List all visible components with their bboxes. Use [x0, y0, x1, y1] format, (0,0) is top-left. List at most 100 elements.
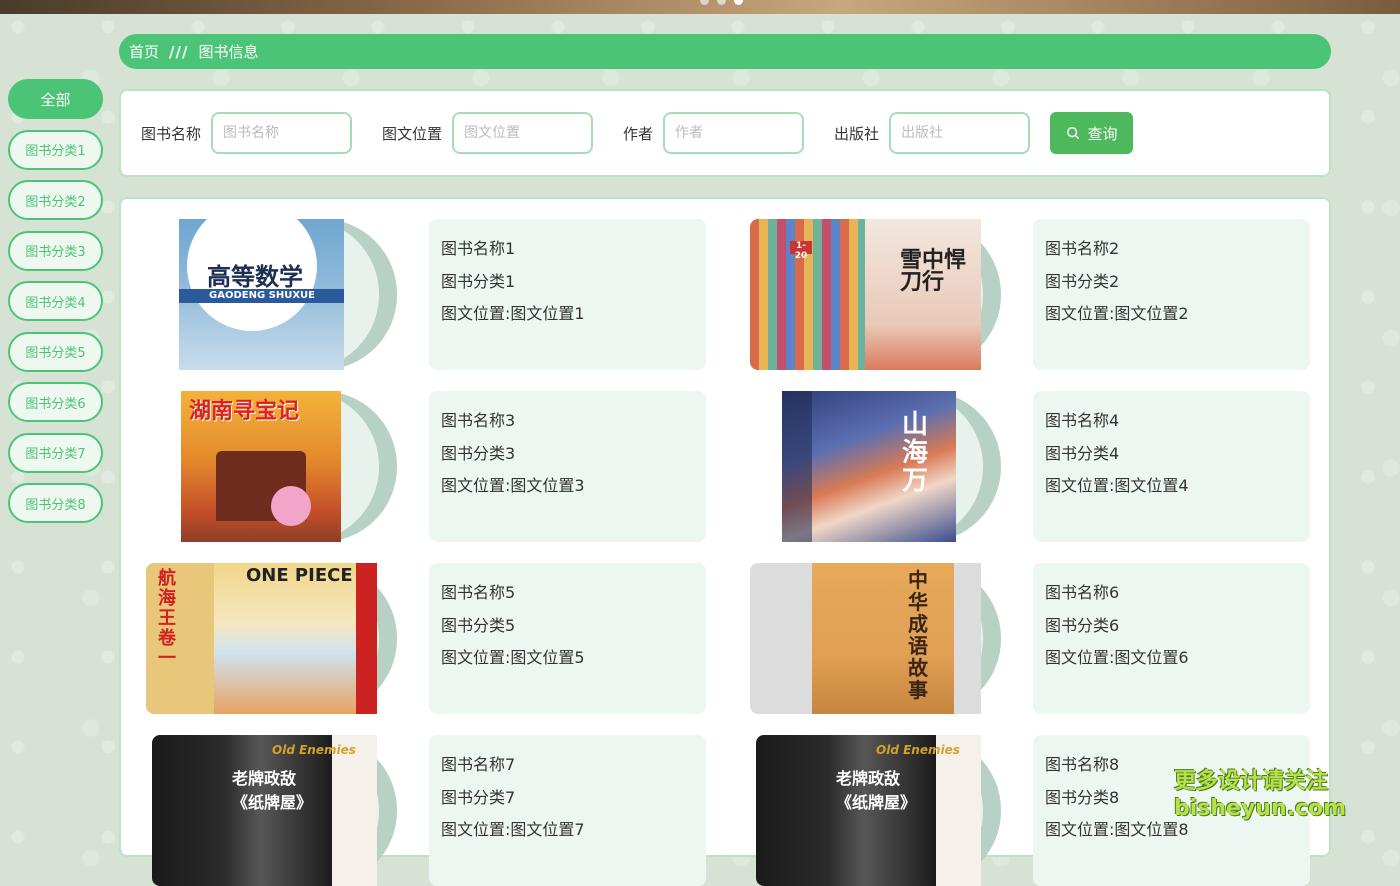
book-card[interactable]: Old Enemies 老牌政敌 《纸牌屋》 图书名称7 图书分类7 图文位置:… — [121, 735, 706, 886]
watermark: 更多设计请关注 bisheyun.com — [1174, 768, 1346, 822]
book-cover-frame: 高等数学 GAODENG SHUXUE — [146, 219, 397, 370]
book-info: 图书名称3 图书分类3 图文位置:图文位置3 — [429, 391, 706, 542]
search-button[interactable]: 查询 — [1050, 112, 1134, 154]
book-location: 图文位置:图文位置5 — [441, 648, 585, 667]
book-name: 图书名称4 — [1045, 411, 1120, 430]
book-card[interactable]: 中华成语故事 图书名称6 图书分类6 图文位置:图文位置6 — [725, 563, 1310, 714]
book-card[interactable]: 航海王 卷一 ONE PIECE 图书名称5 图书分类5 图文位置:图文位置5 — [121, 563, 706, 714]
author-label: 作者 — [623, 124, 654, 143]
book-cover-image[interactable]: Old Enemies 老牌政敌 《纸牌屋》 — [756, 735, 981, 886]
carousel-dots — [700, 0, 743, 5]
author-field: 作者 — [623, 112, 805, 154]
book-category: 图书分类6 — [1045, 615, 1120, 635]
book-location: 图文位置:图文位置7 — [441, 820, 585, 839]
book-card[interactable]: 山海万 图书名称4 图书分类4 图文位置:图文位置4 — [725, 391, 1310, 542]
book-info: 图书名称7 图书分类7 图文位置:图文位置7 — [429, 735, 706, 886]
category-button[interactable]: 图书分类2 — [8, 180, 103, 220]
book-category: 图书分类5 — [441, 615, 516, 635]
book-name: 图书名称5 — [441, 583, 516, 602]
cover-subtitle: GAODENG SHUXUE — [209, 290, 315, 301]
book-cover-image[interactable]: Old Enemies 老牌政敌 《纸牌屋》 — [152, 735, 377, 886]
book-cover-frame: 山海万 — [750, 391, 1001, 542]
book-name-input[interactable] — [211, 112, 353, 154]
book-category: 图书分类3 — [441, 443, 516, 463]
breadcrumb-separator: /// — [169, 42, 189, 61]
breadcrumb-current: 图书信息 — [198, 43, 259, 61]
top-banner — [0, 0, 1400, 14]
cover-title: 雪中悍刀行 — [900, 247, 967, 295]
carousel-dot[interactable] — [717, 0, 726, 5]
category-button[interactable]: 图书分类7 — [8, 432, 103, 473]
breadcrumb-home[interactable]: 首页 — [129, 41, 159, 62]
book-cover-frame: 航海王 卷一 ONE PIECE — [146, 563, 397, 714]
book-info: 图书名称4 图书分类4 图文位置:图文位置4 — [1033, 391, 1310, 542]
book-cover-image[interactable]: 1-20 雪中悍刀行 — [750, 219, 981, 370]
book-category: 图书分类7 — [441, 787, 516, 807]
book-location: 图文位置:图文位置4 — [1045, 476, 1189, 495]
book-location: 图文位置:图文位置3 — [441, 476, 585, 495]
book-card[interactable]: 高等数学 GAODENG SHUXUE 图书名称1 图书分类1 图文位置:图文位… — [121, 219, 706, 370]
book-category: 图书分类2 — [1045, 271, 1120, 291]
publisher-label: 出版社 — [834, 124, 880, 143]
book-name: 图书名称7 — [441, 755, 516, 774]
book-cover-frame: 中华成语故事 — [750, 563, 1001, 714]
book-cover-image[interactable]: 湖南寻宝记 — [181, 391, 341, 542]
cover-title: 老牌政敌 《纸牌屋》 — [836, 769, 917, 812]
search-button-label: 查询 — [1087, 124, 1118, 143]
book-category: 图书分类4 — [1045, 443, 1120, 463]
book-name: 图书名称3 — [441, 411, 516, 430]
book-info: 图书名称2 图书分类2 图文位置:图文位置2 — [1033, 219, 1310, 370]
book-info: 图书名称1 图书分类1 图文位置:图文位置1 — [429, 219, 706, 370]
carousel-dot-active[interactable] — [734, 0, 743, 5]
cover-subtitle: Old Enemies — [272, 743, 356, 757]
cover-title: 山海万 — [902, 410, 929, 496]
book-info: 图书名称6 图书分类6 图文位置:图文位置6 — [1033, 563, 1310, 714]
book-cover-frame: 1-20 雪中悍刀行 — [750, 219, 1001, 370]
book-name-field: 图书名称 — [141, 112, 353, 154]
book-name: 图书名称1 — [441, 239, 516, 258]
category-button[interactable]: 图书分类4 — [8, 281, 103, 321]
book-cover-image[interactable]: 航海王 卷一 ONE PIECE — [146, 563, 377, 714]
cover-title: 老牌政敌 《纸牌屋》 — [232, 769, 313, 812]
cover-subtitle: ONE PIECE — [246, 565, 353, 586]
book-category: 图书分类1 — [441, 271, 516, 291]
search-icon — [1066, 127, 1079, 140]
breadcrumb: 首页 /// 图书信息 — [119, 34, 1331, 69]
book-cover-frame: Old Enemies 老牌政敌 《纸牌屋》 — [750, 735, 1001, 886]
book-card[interactable]: 1-20 雪中悍刀行 图书名称2 图书分类2 图文位置:图文位置2 — [725, 219, 1310, 370]
search-panel: 图书名称 图文位置 作者 出版社 查询 — [119, 89, 1331, 177]
watermark-line1: 更多设计请关注 — [1174, 769, 1329, 794]
book-cover-frame: 湖南寻宝记 — [146, 391, 397, 542]
book-cover-image[interactable]: 高等数学 GAODENG SHUXUE — [179, 219, 344, 370]
category-button[interactable]: 图书分类5 — [8, 331, 103, 372]
book-cover-image[interactable]: 中华成语故事 — [750, 563, 981, 714]
cover-subtitle: 1-20 — [790, 241, 812, 261]
book-name: 图书名称6 — [1045, 583, 1120, 602]
book-card[interactable]: 湖南寻宝记 图书名称3 图书分类3 图文位置:图文位置3 — [121, 391, 706, 542]
book-list: 高等数学 GAODENG SHUXUE 图书名称1 图书分类1 图文位置:图文位… — [119, 197, 1331, 886]
location-label: 图文位置 — [382, 124, 443, 143]
author-input[interactable] — [663, 112, 805, 154]
category-all-button[interactable]: 全部 — [8, 79, 103, 119]
cover-title: 中华成语故事 — [908, 568, 928, 702]
location-field: 图文位置 — [382, 112, 594, 154]
book-cover-image[interactable]: 山海万 — [782, 391, 956, 542]
category-sidebar: 全部 图书分类1 图书分类2 图书分类3 图书分类4 图书分类5 图书分类6 图… — [8, 79, 103, 534]
carousel-dot[interactable] — [700, 0, 709, 5]
cover-title: 高等数学 — [207, 262, 303, 291]
category-button[interactable]: 图书分类6 — [8, 382, 103, 422]
book-location: 图文位置:图文位置1 — [441, 304, 585, 323]
publisher-input[interactable] — [889, 112, 1031, 154]
location-input[interactable] — [452, 112, 594, 154]
category-button[interactable]: 图书分类3 — [8, 230, 103, 271]
watermark-line2: bisheyun.com — [1174, 796, 1347, 821]
book-name: 图书名称2 — [1045, 239, 1120, 258]
category-button[interactable]: 图书分类8 — [8, 483, 103, 523]
cover-title: 湖南寻宝记 — [189, 399, 300, 424]
category-button[interactable]: 图书分类1 — [8, 129, 103, 170]
cover-subtitle: Old Enemies — [876, 743, 960, 757]
book-cover-frame: Old Enemies 老牌政敌 《纸牌屋》 — [146, 735, 397, 886]
cover-title: 航海王 卷一 — [158, 568, 176, 669]
book-location: 图文位置:图文位置2 — [1045, 304, 1189, 323]
book-name-label: 图书名称 — [141, 124, 202, 143]
